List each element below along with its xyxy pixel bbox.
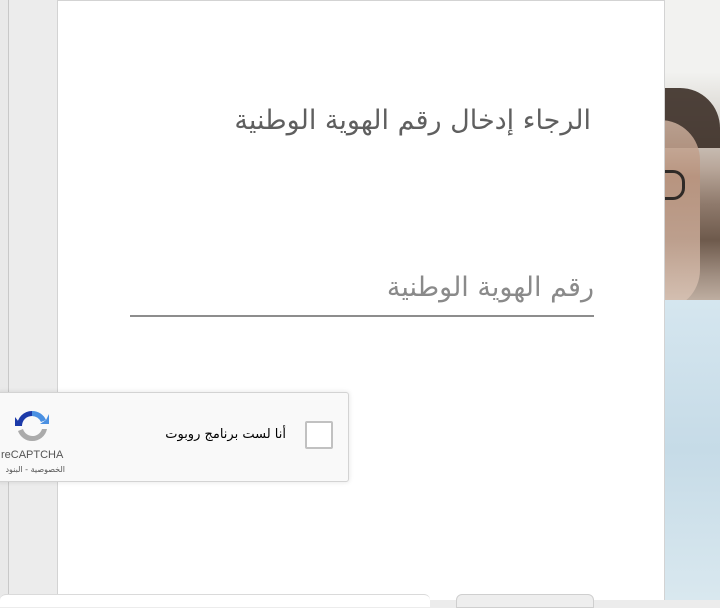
recaptcha-logo-icon [15, 410, 49, 442]
submit-button[interactable] [456, 594, 594, 608]
page-title: الرجاء إدخال رقم الهوية الوطنية [234, 105, 591, 136]
background-photo [660, 0, 720, 600]
background-left-edge [0, 0, 9, 600]
bottom-panel-edge [0, 594, 430, 607]
photo-face [660, 120, 700, 310]
login-card: الرجاء إدخال رقم الهوية الوطنية [57, 0, 665, 600]
recaptcha-checkbox[interactable] [305, 421, 333, 449]
photo-shirt [660, 300, 720, 600]
recaptcha-widget: أنا لست برنامج روبوت reCAPTCHA الخصوصية … [0, 392, 349, 482]
recaptcha-brand: reCAPTCHA [1, 449, 64, 461]
recaptcha-label: أنا لست برنامج روبوت [165, 427, 286, 442]
national-id-input[interactable] [130, 263, 594, 317]
recaptcha-terms-links[interactable]: الخصوصية - البنود [0, 465, 65, 474]
